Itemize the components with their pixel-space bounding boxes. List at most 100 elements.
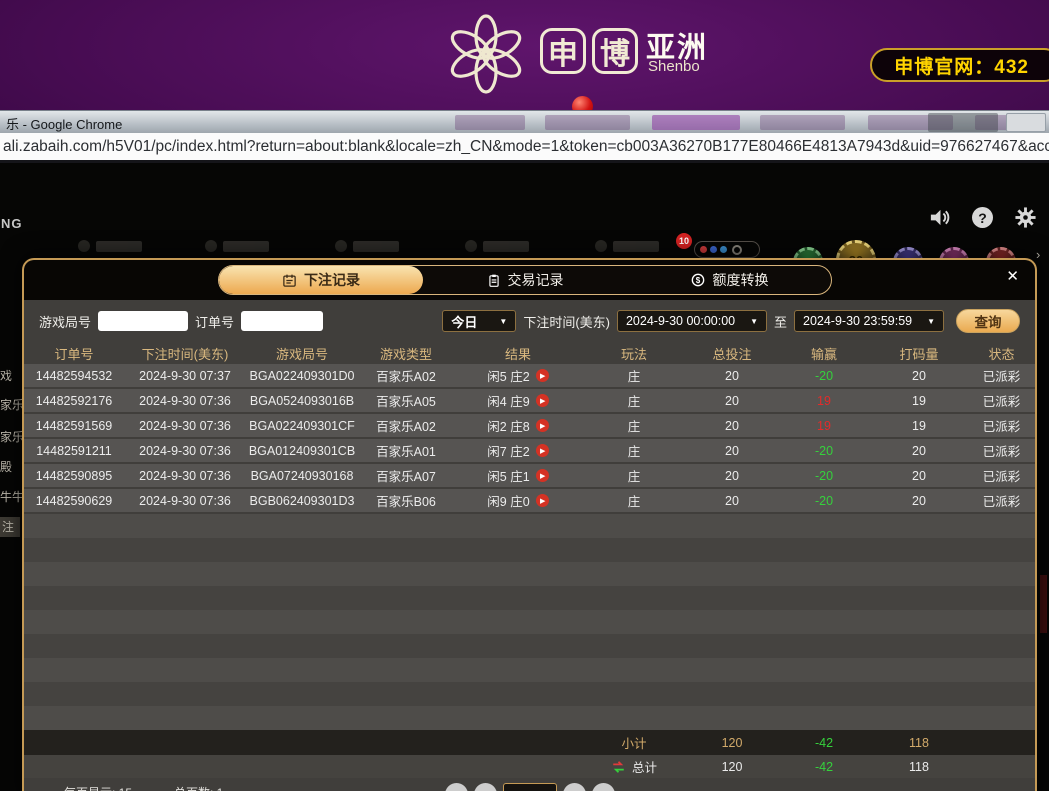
replay-icon[interactable]: ▶ <box>536 369 549 382</box>
game-logo-fragment: NG <box>1 216 23 231</box>
tab-label: 额度转换 <box>713 270 769 290</box>
cell-order: 14482594532 <box>24 364 124 387</box>
cell-turnover: 20 <box>870 439 968 462</box>
replay-icon[interactable]: ▶ <box>536 394 549 407</box>
cell-order: 14482591569 <box>24 414 124 437</box>
cell-round: BGA0524093016B <box>246 389 358 412</box>
logo-en-text: Shenbo <box>648 58 700 75</box>
date-from-select[interactable]: 2024-9-30 00:00:00 ▼ <box>617 310 767 332</box>
empty-row <box>24 538 1035 562</box>
search-button[interactable]: 查询 <box>956 309 1020 333</box>
cell-turnover: 20 <box>870 464 968 487</box>
cell-round: BGA07240930168 <box>246 464 358 487</box>
page-indicator <box>503 783 557 791</box>
magnifier-icon[interactable] <box>732 245 742 255</box>
cell-play: 庄 <box>582 489 686 512</box>
dialog-tabstrip: 下注记录 交易记录 $ 额度转换 ✕ <box>24 260 1035 300</box>
pagination-bar: 每页显示: 15 总页数: 1 « ‹ › » <box>24 778 1035 791</box>
dimmed-game-nav <box>78 240 142 252</box>
table-row: 144825912112024-9-30 07:36BGA012409301CB… <box>24 439 1035 462</box>
subtotal-label: 小计 <box>582 730 686 755</box>
cell-type: 百家乐A02 <box>358 364 454 387</box>
column-header: 订单号 <box>24 342 124 364</box>
window-close-button[interactable] <box>1006 113 1046 132</box>
chips-scroll-arrow[interactable]: › <box>1036 247 1040 262</box>
table-body: 144825945322024-9-30 07:37BGA022409301D0… <box>24 364 1035 512</box>
column-header: 玩法 <box>582 342 686 364</box>
empty-row <box>24 610 1035 634</box>
cell-turnover: 19 <box>870 414 968 437</box>
settings-gear-icon[interactable] <box>1014 206 1037 229</box>
cell-bet: 20 <box>686 414 778 437</box>
cell-play: 庄 <box>582 389 686 412</box>
preset-value: 今日 <box>451 312 477 331</box>
cell-time: 2024-9-30 07:36 <box>124 414 246 437</box>
logo-char-1: 申 <box>548 29 578 73</box>
cell-order: 14482591211 <box>24 439 124 462</box>
last-page-button[interactable]: » <box>592 783 615 791</box>
url-bar[interactable]: ali.zabaih.com/h5V01/pc/index.html?retur… <box>0 133 1049 163</box>
tab-transaction-records[interactable]: 交易记录 <box>423 266 627 294</box>
total-label: 总计 <box>632 757 657 776</box>
cell-time: 2024-9-30 07:36 <box>124 489 246 512</box>
dimmed-game-nav <box>595 240 659 252</box>
notification-badge: 10 <box>676 233 692 249</box>
replay-icon[interactable]: ▶ <box>536 444 549 457</box>
next-page-button[interactable]: › <box>563 783 586 791</box>
pages-text: 总页数: 1 <box>174 784 223 791</box>
official-site-badge[interactable]: 申博官网：432 <box>870 48 1049 82</box>
cell-winloss: -20 <box>778 439 870 462</box>
bet-records-dialog: 下注记录 交易记录 $ 额度转换 ✕ 游戏局号 <box>22 258 1037 791</box>
tab-label: 下注记录 <box>304 270 360 290</box>
empty-row <box>24 634 1035 658</box>
cell-round: BGB062409301D3 <box>246 489 358 512</box>
filter-bar: 游戏局号 订单号 今日 ▼ 下注时间(美东) 2024-9-30 00:00:0… <box>24 302 1035 340</box>
prev-page-button[interactable]: ‹ <box>474 783 497 791</box>
sidebar-menu-fragment[interactable]: 牛牛 <box>0 487 22 507</box>
sidebar-menu-fragment[interactable]: 家乐 <box>0 427 22 447</box>
tab-quota-transfer[interactable]: $ 额度转换 <box>627 266 831 294</box>
cell-winloss: -20 <box>778 464 870 487</box>
cell-type: 百家乐B06 <box>358 489 454 512</box>
cell-status: 已派彩 <box>968 439 1035 462</box>
range-preset-select[interactable]: 今日 ▼ <box>442 310 516 332</box>
game-toolbar: ? <box>928 206 1037 229</box>
table-row: 144825915692024-9-30 07:36BGA022409301CF… <box>24 414 1035 437</box>
sidebar-menu-fragment[interactable]: 注 <box>0 517 20 537</box>
cell-time: 2024-9-30 07:36 <box>124 389 246 412</box>
close-icon[interactable]: ✕ <box>1006 269 1019 284</box>
page-size-text: 每页显示: 15 <box>64 784 132 791</box>
volume-icon[interactable] <box>928 206 951 229</box>
replay-icon[interactable]: ▶ <box>536 469 549 482</box>
subtotal-bet: 120 <box>686 730 778 755</box>
cell-result: 闲5 庄2▶ <box>454 364 582 387</box>
first-page-button[interactable]: « <box>445 783 468 791</box>
table-row: 144825945322024-9-30 07:37BGA022409301D0… <box>24 364 1035 387</box>
tab-label: 交易记录 <box>508 270 564 290</box>
dimmed-nav-item <box>760 115 845 130</box>
column-header: 状态 <box>968 342 1035 364</box>
help-icon[interactable]: ? <box>972 207 993 228</box>
bet-time-label: 下注时间(美东) <box>523 312 610 331</box>
swap-icon[interactable] <box>611 760 626 774</box>
sidebar-menu-fragment[interactable]: 家乐 <box>0 395 22 415</box>
cell-status: 已派彩 <box>968 489 1035 512</box>
sidebar-menu-fragment[interactable]: 殿 <box>0 457 22 477</box>
empty-row <box>24 586 1035 610</box>
cell-round: BGA022409301D0 <box>246 364 358 387</box>
order-no-input[interactable] <box>241 311 323 331</box>
tab-bet-records[interactable]: 下注记录 <box>219 266 423 294</box>
cell-result: 闲5 庄1▶ <box>454 464 582 487</box>
sidebar-menu-fragment[interactable]: 戏 <box>0 366 22 386</box>
game-round-input[interactable] <box>98 311 188 331</box>
date-to-select[interactable]: 2024-9-30 23:59:59 ▼ <box>794 310 944 332</box>
window-controls[interactable] <box>928 113 998 132</box>
cell-turnover: 20 <box>870 489 968 512</box>
background-fragment <box>1040 575 1047 633</box>
replay-icon[interactable]: ▶ <box>536 494 549 507</box>
empty-row <box>24 514 1035 538</box>
date-from-value: 2024-9-30 00:00:00 <box>626 314 735 328</box>
cell-winloss: -20 <box>778 364 870 387</box>
replay-icon[interactable]: ▶ <box>536 419 549 432</box>
cell-play: 庄 <box>582 439 686 462</box>
